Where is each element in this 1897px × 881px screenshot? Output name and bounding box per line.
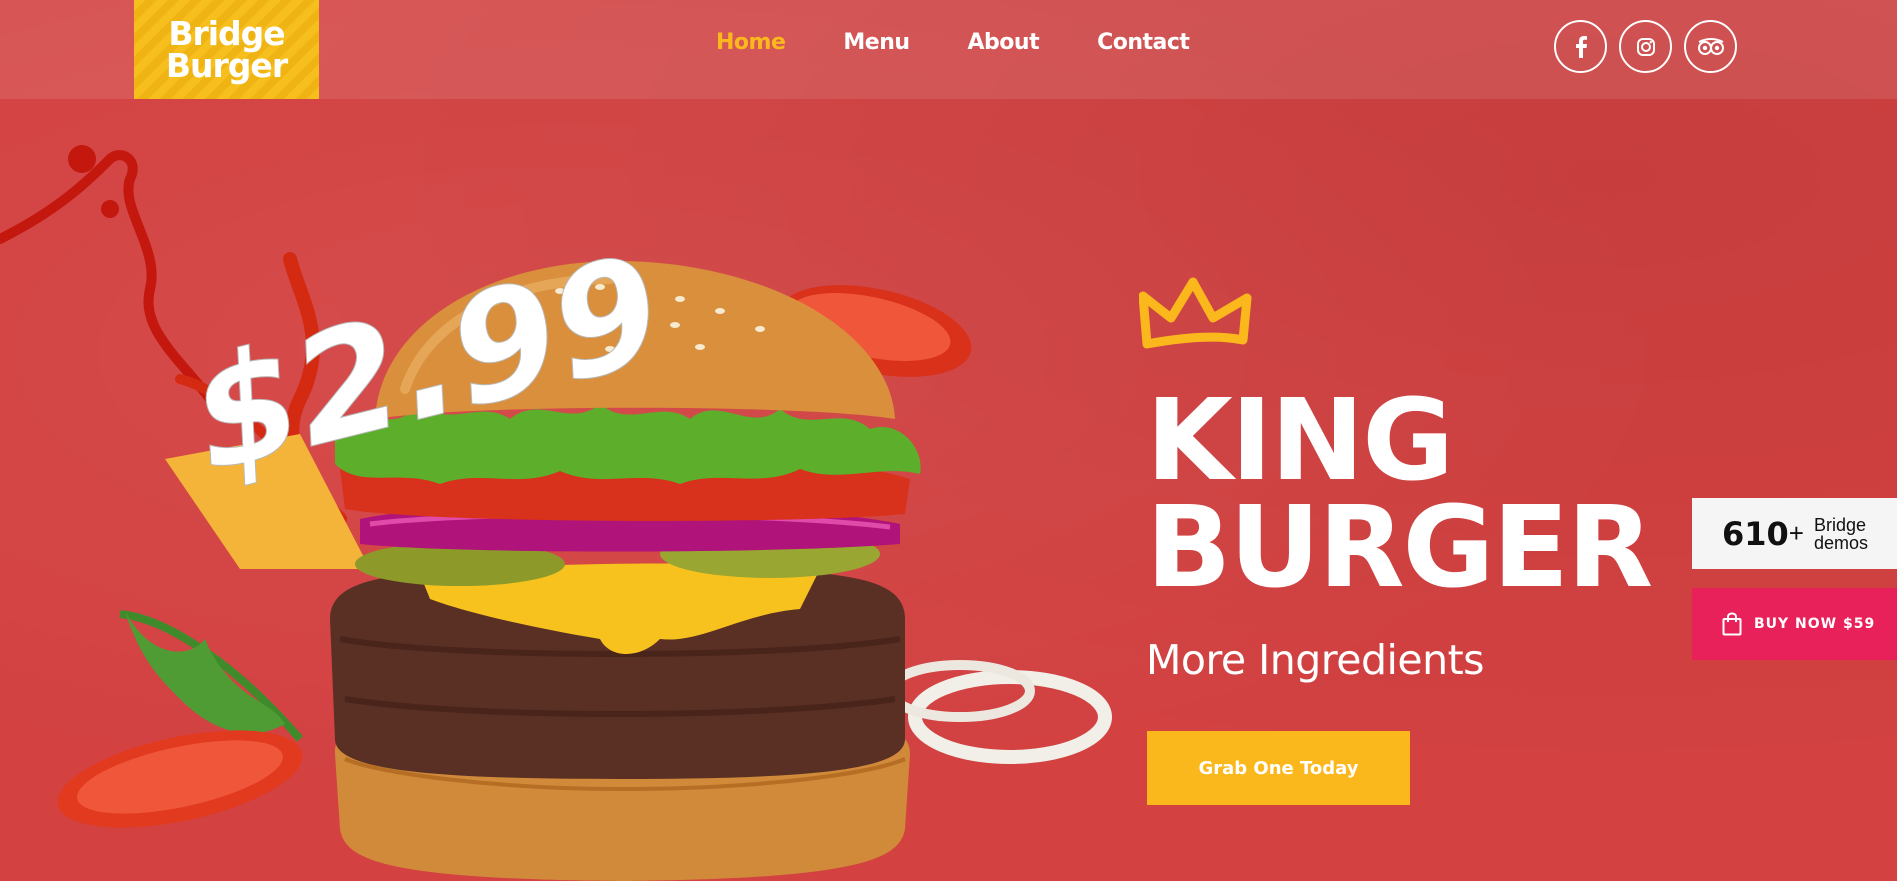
brand-logo[interactable]: Bridge Burger bbox=[134, 0, 319, 99]
instagram-icon[interactable] bbox=[1619, 20, 1672, 73]
buy-now-button[interactable]: BUY NOW $59 bbox=[1692, 588, 1897, 660]
hero-title: KING BURGER bbox=[1146, 376, 1653, 613]
social-links bbox=[1554, 20, 1737, 73]
nav-item-menu[interactable]: Menu bbox=[843, 30, 910, 55]
crown-icon bbox=[1139, 277, 1252, 349]
demos-label: Bridge demos bbox=[1814, 516, 1868, 552]
hero-title-line-1: KING bbox=[1146, 376, 1454, 506]
logo-line-1: Bridge bbox=[168, 14, 285, 54]
buy-now-label: BUY NOW $59 bbox=[1754, 616, 1876, 632]
demos-widget[interactable]: 610 + Bridge demos bbox=[1692, 498, 1897, 569]
hero-title-line-2: BURGER bbox=[1146, 483, 1653, 613]
burger-illustration: $2.99 bbox=[0, 145, 1112, 881]
nav-item-home[interactable]: Home bbox=[716, 30, 786, 55]
onion-rings-icon bbox=[885, 660, 1112, 764]
demos-label-line-1: Bridge bbox=[1813, 514, 1867, 535]
grab-one-today-button[interactable]: Grab One Today bbox=[1147, 731, 1410, 805]
shopping-bag-icon bbox=[1722, 612, 1742, 636]
demos-count: 610 bbox=[1722, 514, 1789, 553]
tomato-slice-icon bbox=[57, 730, 303, 828]
hero-section: Bridge Burger Home Menu About Contact $2… bbox=[0, 0, 1897, 881]
nav-item-about[interactable]: About bbox=[968, 30, 1040, 55]
hero-subtitle: More Ingredients bbox=[1146, 636, 1485, 684]
demos-label-line-2: demos bbox=[1813, 532, 1869, 553]
tripadvisor-icon[interactable] bbox=[1684, 20, 1737, 73]
demos-plus: + bbox=[1788, 518, 1804, 548]
site-header: Bridge Burger Home Menu About Contact bbox=[0, 0, 1897, 99]
logo-line-2: Burger bbox=[165, 45, 288, 85]
arugula-leaf-icon bbox=[119, 610, 304, 742]
facebook-icon[interactable] bbox=[1554, 20, 1607, 73]
nav-item-contact[interactable]: Contact bbox=[1097, 30, 1190, 55]
main-nav: Home Menu About Contact bbox=[716, 30, 1247, 55]
